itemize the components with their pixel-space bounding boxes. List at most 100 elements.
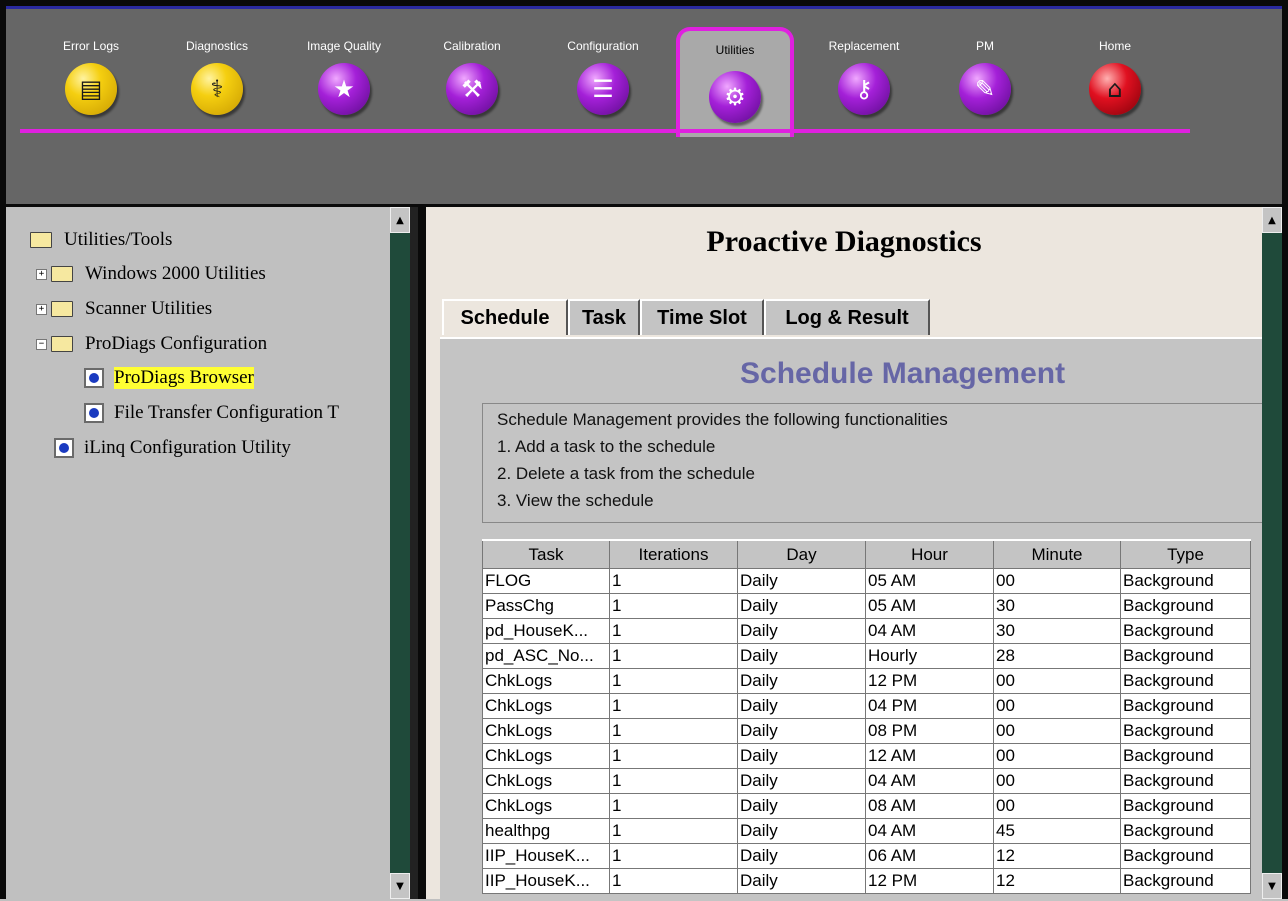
tree-item-label: ProDiags Configuration xyxy=(85,333,268,354)
table-row[interactable]: ChkLogs 1 Daily 08 AM 00 Background xyxy=(482,793,1251,819)
table-row[interactable]: IIP_HouseK... 1 Daily 06 AM 12 Background xyxy=(482,843,1251,869)
table-cell: Daily xyxy=(737,843,866,869)
table-cell: 1 xyxy=(609,618,738,644)
table-cell: Background xyxy=(1120,718,1251,744)
table-cell: ChkLogs xyxy=(482,693,610,719)
column-header-minute[interactable]: Minute xyxy=(993,539,1121,569)
log-panel-icon: ▤ xyxy=(65,63,117,115)
schedule-tab-body: Schedule Management Schedule Management … xyxy=(440,337,1263,901)
table-cell: 30 xyxy=(993,618,1121,644)
tree-item-scanner-utilities[interactable]: + Scanner Utilities xyxy=(36,298,212,320)
table-cell: 1 xyxy=(609,568,738,594)
table-cell: Background xyxy=(1120,668,1251,694)
tab-task[interactable]: Task xyxy=(568,299,640,335)
tab-log-result[interactable]: Log & Result xyxy=(764,299,930,335)
nav-tab-pm[interactable]: PM ✎ xyxy=(930,19,1040,115)
table-cell: 1 xyxy=(609,768,738,794)
table-cell: FLOG xyxy=(482,568,610,594)
table-cell: 00 xyxy=(993,668,1121,694)
table-cell: healthpg xyxy=(482,818,610,844)
nav-tab-calibration[interactable]: Calibration ⚒ xyxy=(417,19,527,115)
nav-tab-utilities[interactable]: Utilities ⚙ xyxy=(676,27,794,137)
table-cell: 1 xyxy=(609,793,738,819)
table-row[interactable]: pd_ASC_No... 1 Daily Hourly 28 Background xyxy=(482,643,1251,669)
table-cell: 1 xyxy=(609,818,738,844)
table-cell: 1 xyxy=(609,743,738,769)
nav-tab-label: PM xyxy=(976,39,994,53)
utilities-tree-panel: Utilities/Tools + Windows 2000 Utilities… xyxy=(6,207,418,899)
column-header-iterations[interactable]: Iterations xyxy=(609,539,738,569)
tree-item-prodiags-browser[interactable]: ProDiags Browser xyxy=(84,367,254,389)
folder-open-icon xyxy=(51,336,73,352)
description-box: Schedule Management provides the followi… xyxy=(482,403,1263,523)
table-cell: Daily xyxy=(737,718,866,744)
table-cell: Daily xyxy=(737,693,866,719)
table-cell: 00 xyxy=(993,693,1121,719)
nav-tab-configuration[interactable]: Configuration ☰ xyxy=(548,19,658,115)
table-row[interactable]: healthpg 1 Daily 04 AM 45 Background xyxy=(482,818,1251,844)
column-header-type[interactable]: Type xyxy=(1120,539,1251,569)
collapse-icon[interactable]: − xyxy=(36,338,47,350)
scroll-up-icon[interactable]: ▲ xyxy=(1262,207,1282,233)
table-cell: Daily xyxy=(737,743,866,769)
tree-item-windows-2000-utilities[interactable]: + Windows 2000 Utilities xyxy=(36,263,266,285)
tree-item-file-transfer-configuration[interactable]: File Transfer Configuration T xyxy=(84,402,339,424)
table-cell: 08 PM xyxy=(865,718,994,744)
schedule-table: Task Iterations Day Hour Minute Type FLO… xyxy=(482,539,1251,894)
clipboard-icon: ✎ xyxy=(959,63,1011,115)
nav-tab-label: Configuration xyxy=(567,39,639,53)
tab-time-slot[interactable]: Time Slot xyxy=(640,299,764,335)
table-cell: Background xyxy=(1120,568,1251,594)
nav-tab-image-quality[interactable]: Image Quality ★ xyxy=(289,19,399,115)
expand-icon[interactable]: + xyxy=(36,303,47,315)
folder-icon xyxy=(51,301,73,317)
toolbox-icon: ⚙ xyxy=(709,71,761,123)
column-header-task[interactable]: Task xyxy=(482,539,610,569)
section-title: Schedule Management xyxy=(740,357,1066,390)
expand-icon[interactable]: + xyxy=(36,268,47,280)
tree-root-utilities-tools[interactable]: Utilities/Tools xyxy=(30,229,172,251)
home-icon: ⌂ xyxy=(1089,63,1141,115)
table-row[interactable]: ChkLogs 1 Daily 12 AM 00 Background xyxy=(482,743,1251,769)
nav-tab-replacement[interactable]: Replacement ⚷ xyxy=(809,19,919,115)
table-cell: 1 xyxy=(609,693,738,719)
nav-tab-diagnostics[interactable]: Diagnostics ⚕ xyxy=(162,19,272,115)
tree-item-ilinq-configuration-utility[interactable]: iLinq Configuration Utility xyxy=(54,437,291,459)
table-row[interactable]: IIP_HouseK... 1 Daily 12 PM 12 Background xyxy=(482,868,1251,894)
nav-tab-label: Diagnostics xyxy=(185,39,249,53)
table-cell: Daily xyxy=(737,643,866,669)
table-cell: Hourly xyxy=(865,643,994,669)
nav-tab-label: Utilities xyxy=(715,43,755,57)
table-row[interactable]: ChkLogs 1 Daily 12 PM 00 Background xyxy=(482,668,1251,694)
scroll-up-icon[interactable]: ▲ xyxy=(390,207,410,233)
table-cell: Background xyxy=(1120,618,1251,644)
column-header-hour[interactable]: Hour xyxy=(865,539,994,569)
table-row[interactable]: PassChg 1 Daily 05 AM 30 Background xyxy=(482,593,1251,619)
scroll-down-icon[interactable]: ▼ xyxy=(1262,873,1282,899)
content-scrollbar[interactable]: ▲ ▼ xyxy=(1262,207,1282,899)
table-row[interactable]: pd_HouseK... 1 Daily 04 AM 30 Background xyxy=(482,618,1251,644)
table-cell: Background xyxy=(1120,768,1251,794)
table-cell: pd_HouseK... xyxy=(482,618,610,644)
table-cell: Background xyxy=(1120,593,1251,619)
nav-tab-error-logs[interactable]: Error Logs ▤ xyxy=(36,19,146,115)
content-panel: Proactive Diagnostics Schedule Task Time… xyxy=(426,207,1263,901)
scroll-down-icon[interactable]: ▼ xyxy=(390,873,410,899)
table-row[interactable]: ChkLogs 1 Daily 04 AM 00 Background xyxy=(482,768,1251,794)
monitor-star-icon: ★ xyxy=(318,63,370,115)
globe-page-icon xyxy=(54,438,74,458)
table-row[interactable]: FLOG 1 Daily 05 AM 00 Background xyxy=(482,568,1251,594)
tree-scrollbar[interactable]: ▲ ▼ xyxy=(390,207,410,899)
top-navigation-bar: Error Logs ▤ Diagnostics ⚕ Image Quality… xyxy=(6,6,1282,204)
description-line: 1. Add a task to the schedule xyxy=(497,437,716,456)
nav-tab-home[interactable]: Home ⌂ xyxy=(1060,19,1170,115)
table-row[interactable]: ChkLogs 1 Daily 04 PM 00 Background xyxy=(482,693,1251,719)
tab-schedule[interactable]: Schedule xyxy=(442,299,568,335)
table-cell: 00 xyxy=(993,743,1121,769)
table-cell: 04 AM xyxy=(865,818,994,844)
column-header-day[interactable]: Day xyxy=(737,539,866,569)
table-cell: Daily xyxy=(737,593,866,619)
tree-item-prodiags-configuration[interactable]: − ProDiags Configuration xyxy=(36,333,267,355)
table-row[interactable]: ChkLogs 1 Daily 08 PM 00 Background xyxy=(482,718,1251,744)
stethoscope-icon: ⚕ xyxy=(191,63,243,115)
